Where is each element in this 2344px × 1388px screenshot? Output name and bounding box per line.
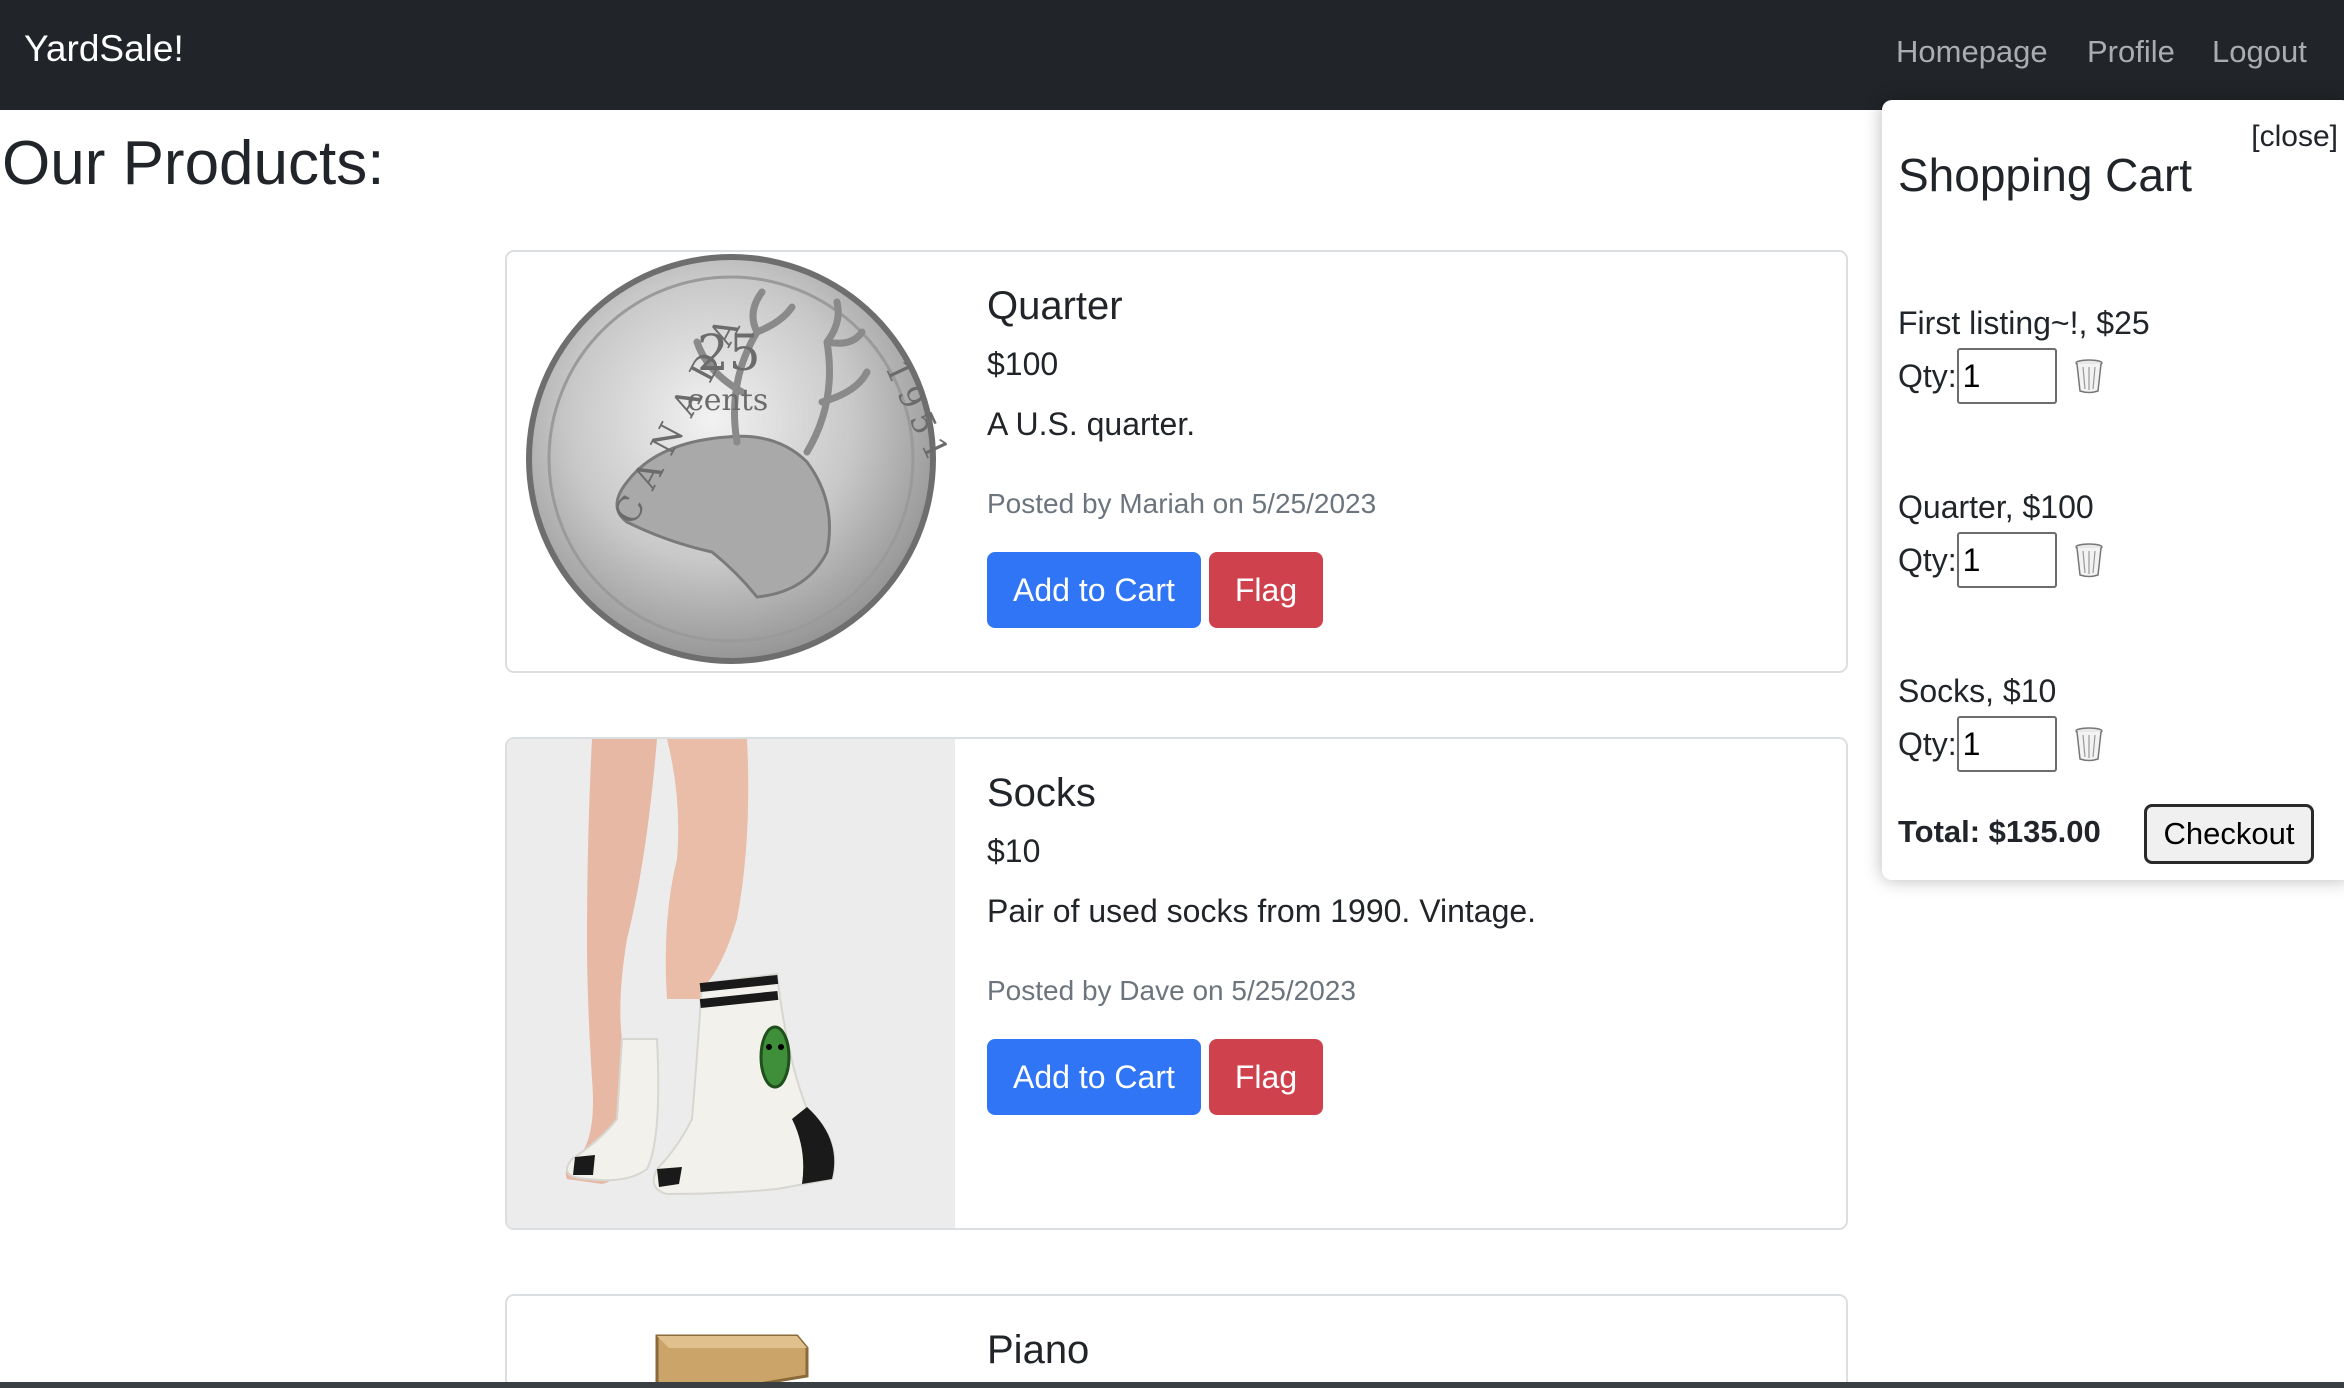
product-name: Socks bbox=[987, 771, 1096, 815]
qty-label: Qty: bbox=[1898, 357, 1957, 394]
nav-homepage-link[interactable]: Homepage bbox=[1896, 34, 2048, 70]
flag-button[interactable]: Flag bbox=[1208, 552, 1324, 628]
product-card: Socks $10 Pair of used socks from 1990. … bbox=[505, 737, 1848, 1230]
socks-image bbox=[507, 739, 955, 1228]
product-description: Pair of used socks from 1990. Vintage. bbox=[987, 893, 1537, 929]
cart-item: Quarter, $100 Qty: bbox=[1898, 489, 2105, 588]
product-body: Quarter $100 A U.S. quarter. Posted by M… bbox=[987, 284, 1826, 628]
product-price: $10 bbox=[987, 833, 1041, 869]
product-card: 25 cents CANADA 1951 Quarter $100 A U.S.… bbox=[505, 250, 1848, 673]
add-to-cart-button[interactable]: Add to Cart bbox=[987, 1039, 1201, 1115]
product-meta: Posted by Dave on 5/25/2023 bbox=[987, 975, 1356, 1006]
product-body: Socks $10 Pair of used socks from 1990. … bbox=[987, 771, 1826, 1115]
qty-input[interactable] bbox=[1956, 532, 2057, 588]
cart-total: Total: $135.00 bbox=[1898, 814, 2101, 849]
cart-item: Socks, $10 Qty: bbox=[1898, 673, 2105, 772]
product-meta: Posted by Mariah on 5/25/2023 bbox=[987, 488, 1377, 519]
cart-item-label: Socks, $10 bbox=[1898, 673, 2057, 709]
qty-input[interactable] bbox=[1956, 716, 2057, 772]
cart-close-button[interactable]: [close] bbox=[2251, 120, 2338, 154]
flag-button[interactable]: Flag bbox=[1208, 1039, 1324, 1115]
qty-label: Qty: bbox=[1898, 725, 1957, 762]
cart-item: First listing~!, $25 Qty: bbox=[1898, 305, 2150, 404]
navbar: YardSale! Homepage Profile Logout bbox=[0, 0, 2344, 110]
cart-title: Shopping Cart bbox=[1898, 149, 2193, 201]
coin-image: 25 cents CANADA 1951 bbox=[526, 254, 955, 664]
checkout-button[interactable]: Checkout bbox=[2144, 804, 2314, 864]
trash-icon[interactable] bbox=[2073, 358, 2105, 394]
nav-profile-link[interactable]: Profile bbox=[2087, 34, 2175, 70]
trash-icon[interactable] bbox=[2073, 542, 2105, 578]
product-description: A U.S. quarter. bbox=[987, 406, 1196, 442]
add-to-cart-button[interactable]: Add to Cart bbox=[987, 552, 1201, 628]
product-image bbox=[507, 739, 955, 1228]
nav-logout-link[interactable]: Logout bbox=[2212, 34, 2307, 70]
brand-logo[interactable]: YardSale! bbox=[24, 28, 184, 70]
qty-label: Qty: bbox=[1898, 541, 1957, 578]
product-price: $100 bbox=[987, 346, 1059, 382]
window-bottom-edge bbox=[0, 1382, 2344, 1388]
trash-icon[interactable] bbox=[2073, 726, 2105, 762]
product-name: Piano bbox=[987, 1328, 1090, 1372]
product-card: Piano bbox=[505, 1294, 1848, 1388]
cart-item-label: First listing~!, $25 bbox=[1898, 305, 2150, 341]
product-image: 25 cents CANADA 1951 bbox=[507, 252, 955, 671]
cart-item-label: Quarter, $100 bbox=[1898, 489, 2094, 525]
page-title: Our Products: bbox=[2, 129, 385, 198]
shopping-cart-panel: [close] Shopping Cart First listing~!, $… bbox=[1882, 100, 2344, 880]
piano-image bbox=[655, 1334, 809, 1388]
product-body: Piano bbox=[987, 1328, 1826, 1373]
product-image bbox=[507, 1296, 955, 1388]
qty-input[interactable] bbox=[1956, 348, 2057, 404]
product-name: Quarter bbox=[987, 284, 1123, 328]
